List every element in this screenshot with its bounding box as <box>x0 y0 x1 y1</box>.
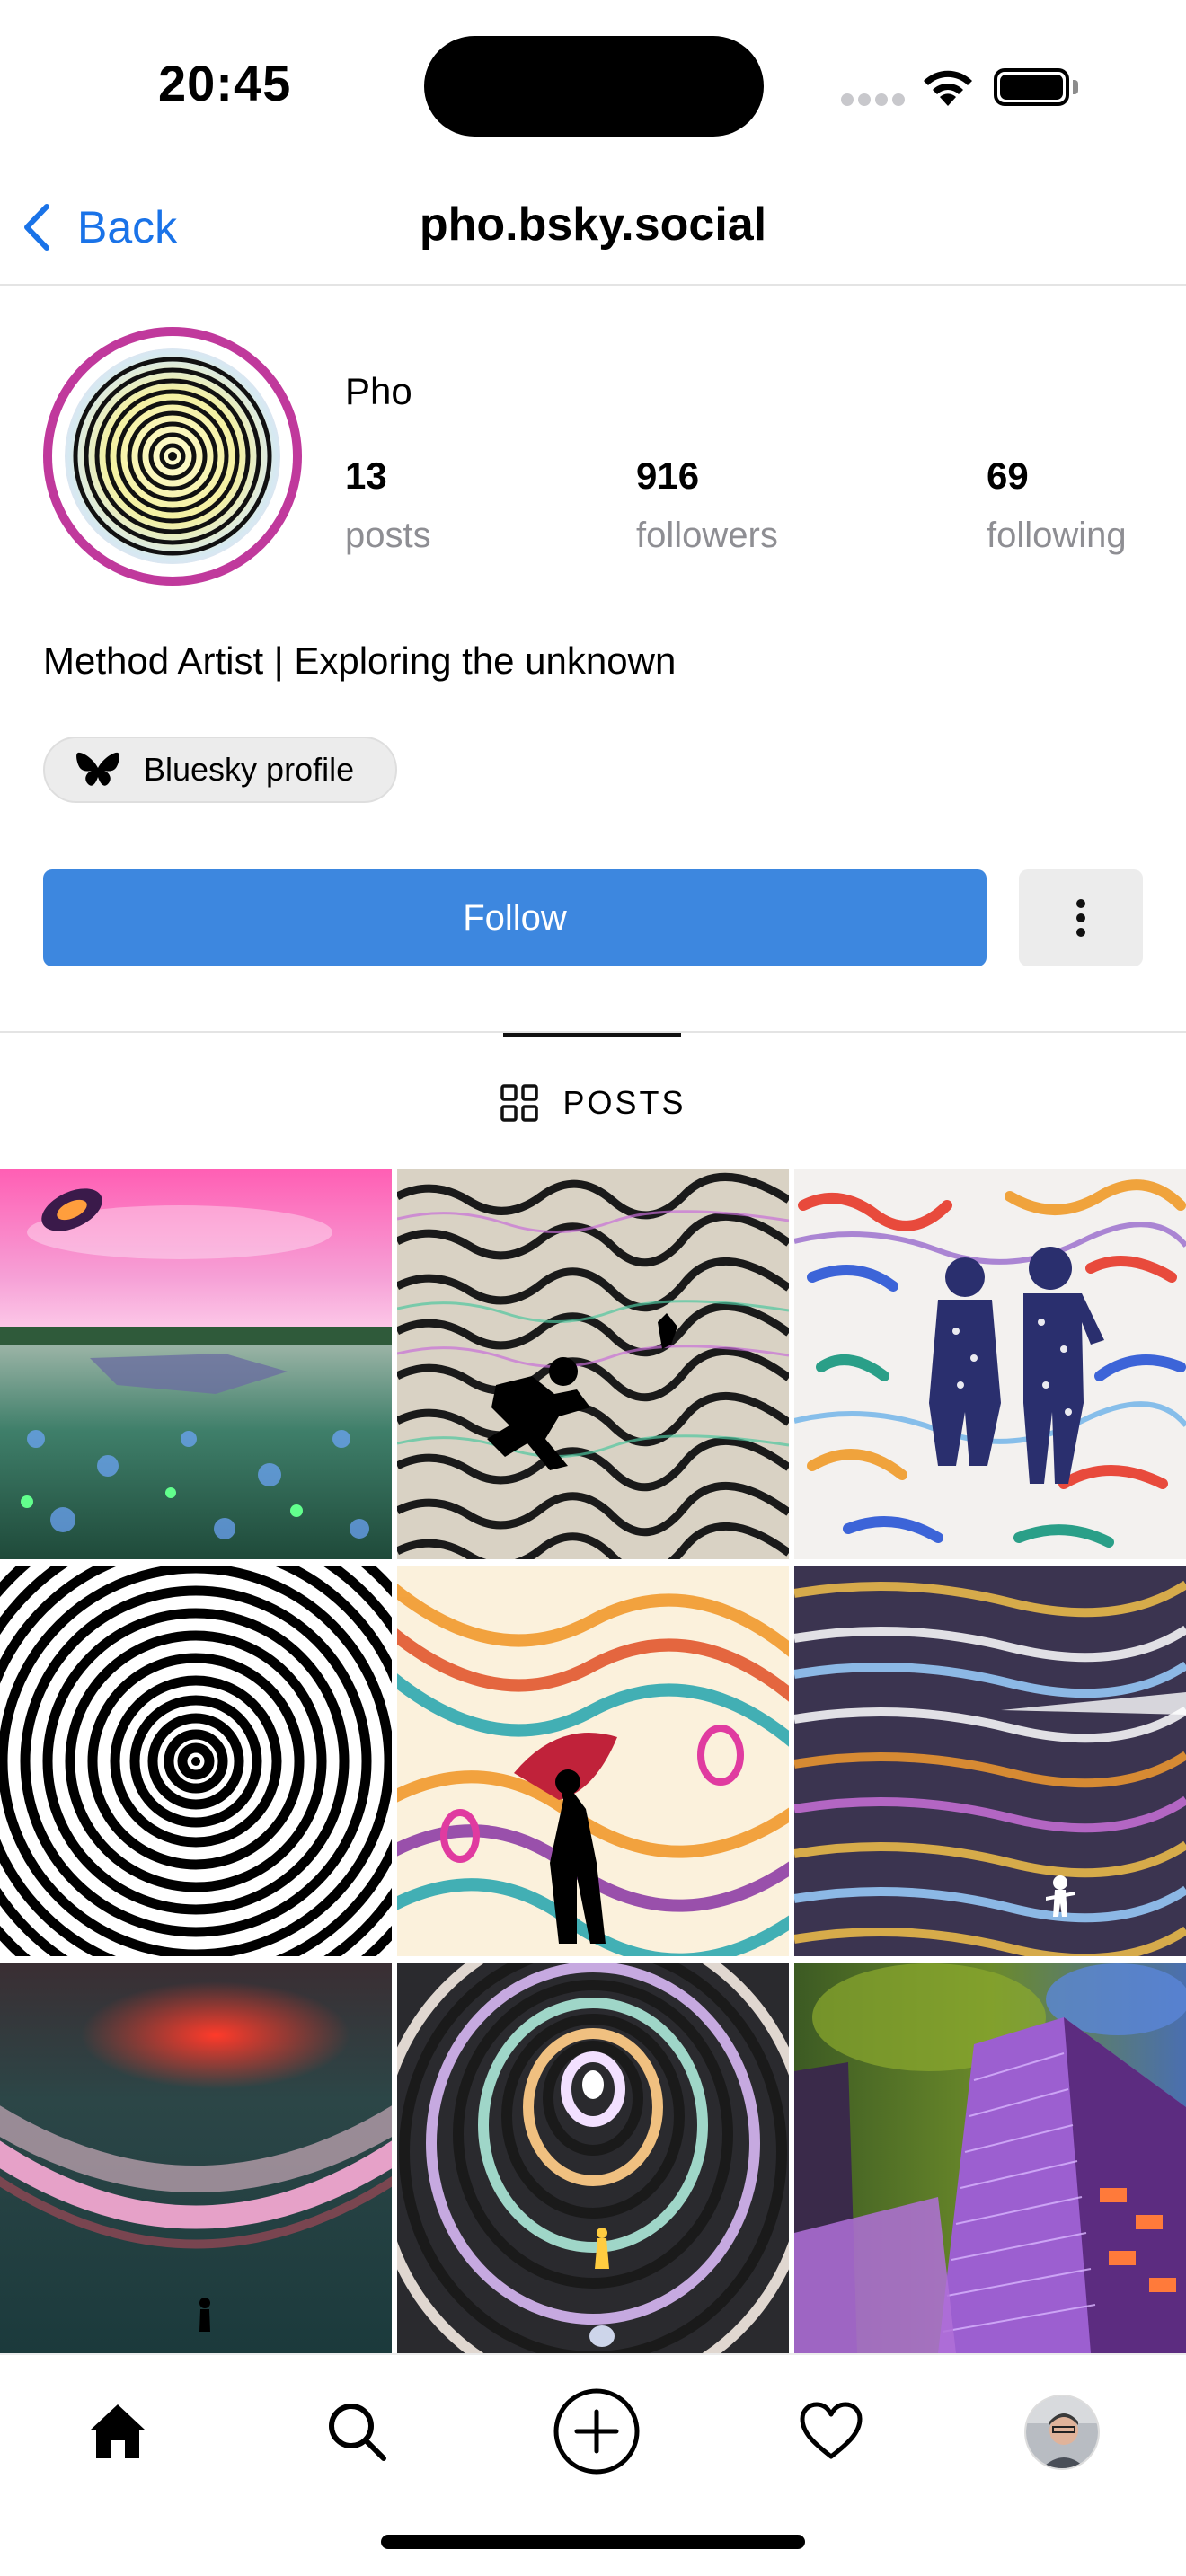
tab-search[interactable] <box>316 2391 397 2472</box>
follow-button[interactable]: Follow <box>43 869 987 966</box>
status-time: 20:45 <box>158 55 292 111</box>
post-thumbnail[interactable] <box>0 1566 392 1956</box>
post-thumbnail[interactable] <box>0 1169 392 1559</box>
avatar-image <box>65 348 280 564</box>
post-thumbnail[interactable] <box>794 1169 1186 1559</box>
tab-active-indicator <box>503 1033 681 1037</box>
grid-icon <box>500 1084 539 1122</box>
post-thumbnail[interactable] <box>794 1566 1186 1956</box>
post-thumbnail[interactable] <box>397 1566 789 1956</box>
dynamic-island <box>424 36 764 137</box>
avatar <box>1026 2396 1098 2468</box>
home-icon <box>91 2404 145 2458</box>
bluesky-profile-label: Bluesky profile <box>144 751 355 788</box>
tab-activity[interactable] <box>791 2391 872 2472</box>
heart-icon <box>800 2402 863 2459</box>
page-title: pho.bsky.social <box>419 198 767 251</box>
battery-icon <box>994 68 1078 106</box>
profile-bio: Method Artist | Exploring the unknown <box>43 640 677 682</box>
search-icon <box>329 2404 386 2461</box>
bluesky-profile-chip[interactable]: Bluesky profile <box>43 737 397 803</box>
cellular-signal-icon <box>841 93 905 106</box>
wifi-icon <box>920 65 976 108</box>
stat-following-label: following <box>987 516 1127 555</box>
stat-following[interactable]: 69 following <box>987 454 1127 556</box>
more-options-button[interactable] <box>1019 869 1143 966</box>
stat-posts-label: posts <box>345 516 431 555</box>
butterfly-icon <box>76 752 119 786</box>
home-indicator <box>381 2535 805 2549</box>
stat-followers[interactable]: 916 followers <box>636 454 778 556</box>
stat-followers-label: followers <box>636 516 778 555</box>
stat-followers-value: 916 <box>636 454 700 497</box>
stat-posts-value: 13 <box>345 454 387 497</box>
tab-posts-label: POSTS <box>562 1084 686 1121</box>
display-name: Pho <box>345 370 412 412</box>
post-thumbnail[interactable] <box>794 1963 1186 2353</box>
stat-following-value: 69 <box>987 454 1029 497</box>
navigation-bar: Back pho.bsky.social <box>0 171 1186 286</box>
stat-posts[interactable]: 13 posts <box>345 454 431 556</box>
add-icon <box>553 2388 640 2475</box>
profile-avatar[interactable] <box>43 327 302 586</box>
tab-posts[interactable]: POSTS <box>0 1083 1186 1123</box>
post-thumbnail[interactable] <box>397 1963 789 2353</box>
posts-grid <box>0 1169 1186 2353</box>
more-vertical-icon <box>1076 899 1085 937</box>
post-thumbnail[interactable] <box>397 1169 789 1559</box>
status-bar: 20:45 <box>0 0 1186 171</box>
post-thumbnail[interactable] <box>0 1963 392 2353</box>
tab-profile-avatar[interactable] <box>1024 2395 1100 2470</box>
tab-create[interactable] <box>552 2386 642 2476</box>
tab-home[interactable] <box>77 2391 158 2472</box>
